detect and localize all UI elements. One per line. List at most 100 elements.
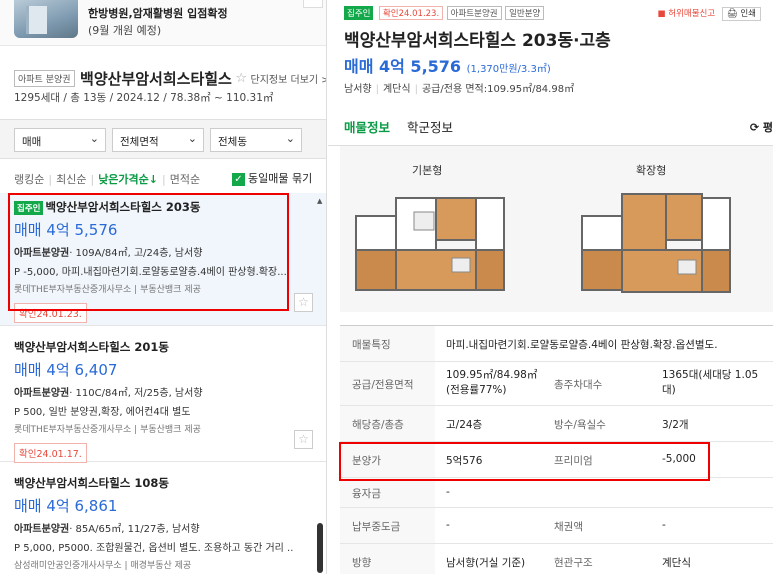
area-select[interactable]: 전체면적 ⌄ xyxy=(112,128,204,152)
floorplan-extended-label: 확장형 xyxy=(636,164,667,177)
detail-actions: ■ 허위매물신고 🖨 인쇄 xyxy=(658,7,761,21)
listing-description: P -5,000, 마피.내집마련기회.로얄동로얄층.4베이 판상형.확장... xyxy=(14,267,287,278)
same-listing-toggle[interactable]: ✓ 동일매물 묶기 xyxy=(232,170,312,186)
listing-list: 집주인 백양산부암서희스타힐스 203동 매매 4억 5,576 아파트분양권· … xyxy=(0,193,326,574)
spec-value: - xyxy=(446,519,450,531)
tab-listing-info[interactable]: 매물정보 xyxy=(344,117,391,150)
spec-value: -5,000 xyxy=(662,453,696,465)
floorplan-extended-image[interactable] xyxy=(578,188,733,298)
listing-item[interactable]: 집주인 백양산부암서희스타힐스 203동 매매 4억 5,576 아파트분양권· … xyxy=(0,193,326,326)
listing-agent: 롯데THE부자부동산중개사무소 | 부동산뱅크 제공 xyxy=(14,285,201,295)
spec-key: 융자금 xyxy=(340,478,435,507)
listing-type: 아파트분양권 xyxy=(14,248,70,259)
chevron-down-icon: ⌄ xyxy=(285,132,295,145)
listing-spec-table: 매물특징 마피.내집마련기회.로얄동로얄층.4베이 판상형.확장.옵션별도. 공… xyxy=(340,325,773,574)
detail-title: 백양산부암서희스타힐스 203동·고층 xyxy=(344,31,611,51)
sort-latest[interactable]: 최신순 xyxy=(56,173,86,186)
complex-type-tag: 아파트 분양권 xyxy=(14,70,75,87)
favorite-star-icon[interactable]: ☆ xyxy=(294,430,313,449)
listing-agent: 삼성래미안공인중개사사무소 | 매경부동산 제공 xyxy=(14,561,192,571)
spec-value: 남서향(거실 기준) xyxy=(446,557,526,569)
spec-value: 고/24층 xyxy=(446,419,483,431)
print-button[interactable]: 🖨 인쇄 xyxy=(721,7,761,21)
spec-key: 방향 xyxy=(340,544,435,574)
sort-ranking[interactable]: 랭킹순 xyxy=(14,173,44,186)
detail-summary: 남서향 | 계단식 | 공급/전용 면적:109.95㎡/84.98㎡ xyxy=(344,84,575,95)
promo-subtitle: (9월 개원 예정) xyxy=(88,24,162,37)
spec-key: 총주차대수 xyxy=(554,379,603,391)
spec-value: 3/2개 xyxy=(662,419,689,431)
complex-info-more-link[interactable]: 단지정보 더보기 > xyxy=(251,75,326,86)
price-per-unit: (1,370만원/3.3㎡) xyxy=(466,64,551,75)
floorplan-basic-image[interactable] xyxy=(352,188,507,298)
report-fake-listing-button[interactable]: ■ 허위매물신고 xyxy=(658,9,716,19)
owner-badge: 집주인 xyxy=(344,6,374,20)
spec-value: 109.95㎡/84.98㎡(전용률77%) xyxy=(446,369,538,396)
favorite-star-icon[interactable]: ☆ xyxy=(235,71,247,86)
detail-panel: 집주인 확인24.01.23. 아파트분양권 일반분양 ■ 허위매물신고 🖨 인… xyxy=(328,0,773,574)
floorplan-section: 기본형 확장형 xyxy=(340,146,773,312)
listing-type: 아파트분양권 xyxy=(14,524,70,535)
listing-price: 매매 4억 6,861 xyxy=(14,497,118,515)
listing-spec: · 110C/84㎡, 저/25층, 남서향 xyxy=(69,388,203,399)
area-value: 전체면적 xyxy=(120,136,159,148)
listing-detail: 아파트분양권· 110C/84㎡, 저/25층, 남서향 xyxy=(14,384,313,399)
listing-detail: 아파트분양권· 109A/84㎡, 고/24층, 남서향 xyxy=(14,244,313,259)
checkbox-checked-icon[interactable]: ✓ xyxy=(232,172,245,186)
sort-area[interactable]: 면적순 xyxy=(170,173,200,186)
listing-spec: · 85A/65㎡, 11/27층, 남서향 xyxy=(69,524,200,535)
listing-panel: 한방병원,암재활병원 입점확정 (9월 개원 예정) 아파트 분양권 백양산부암… xyxy=(0,0,327,574)
sale-type-tag: 일반분양 xyxy=(505,6,545,20)
listing-scrollbar[interactable]: ▲ xyxy=(315,193,325,574)
spec-row: 분양가 5억576 프리미엄 -5,000 xyxy=(340,442,773,478)
spec-row: 방향 남서향(거실 기준) 현관구조 계단식 xyxy=(340,544,773,574)
complex-name: 백양산부암서희스타힐스 xyxy=(80,70,232,88)
spec-key: 공급/전용면적 xyxy=(340,362,435,405)
tab-school-info[interactable]: 학군정보 xyxy=(407,117,453,136)
sort-options: 랭킹순 | 최신순 | 낮은가격순↓ | 면적순 xyxy=(14,173,201,186)
detail-price-value: 매매 4억 5,576 xyxy=(344,57,462,76)
floorplan-basic-label: 기본형 xyxy=(412,164,443,177)
hospital-building-image xyxy=(14,0,78,38)
spec-key: 방수/욕실수 xyxy=(554,419,606,431)
promo-banner[interactable]: 한방병원,암재활병원 입점확정 (9월 개원 예정) xyxy=(0,0,326,46)
scroll-up-icon[interactable]: ▲ xyxy=(317,197,322,205)
listing-item[interactable]: 백양산부암서희스타힐스 108동 매매 4억 6,861 아파트분양권· 85A… xyxy=(0,462,326,574)
spec-row: 납부중도금 - 채권액 - xyxy=(340,508,773,544)
trade-type-select[interactable]: 매매 ⌄ xyxy=(14,128,106,152)
banner-close-button[interactable] xyxy=(303,0,323,8)
dong-value: 전체동 xyxy=(218,136,247,148)
listing-title: 백양산부암서희스타힐스 201동 xyxy=(14,340,169,354)
spec-key: 현관구조 xyxy=(554,557,593,569)
spec-key: 해당층/총층 xyxy=(340,406,435,441)
spec-value: 5억576 xyxy=(446,455,483,467)
spec-row: 공급/전용면적 109.95㎡/84.98㎡(전용률77%) 총주차대수 136… xyxy=(340,362,773,406)
listing-detail: 아파트분양권· 85A/65㎡, 11/27층, 남서향 xyxy=(14,520,313,535)
sort-low-price[interactable]: 낮은가격순↓ xyxy=(98,173,158,186)
spec-row: 해당층/총층 고/24층 방수/욕실수 3/2개 xyxy=(340,406,773,442)
listing-title: 집주인 백양산부암서희스타힐스 203동 xyxy=(14,199,313,215)
unit-toggle-button[interactable]: ⟳ 평 xyxy=(750,119,773,135)
spec-row: 매물특징 마피.내집마련기회.로얄동로얄층.4베이 판상형.확장.옵션별도. xyxy=(340,326,773,362)
spec-key: 납부중도금 xyxy=(340,508,435,543)
detail-price: 매매 4억 5,576 (1,370만원/3.3㎡) xyxy=(344,53,551,77)
confirm-date-badge: 확인24.01.23. xyxy=(378,6,444,20)
chevron-down-icon: ⌄ xyxy=(89,132,99,145)
listing-price: 매매 4억 5,576 xyxy=(14,221,118,239)
spec-key: 프리미엄 xyxy=(554,455,593,467)
scrollbar-thumb[interactable] xyxy=(317,523,323,573)
favorite-star-icon[interactable]: ☆ xyxy=(294,293,313,312)
complex-summary: 1295세대 / 총 13동 / 2024.12 / 78.38㎡ ~ 110.… xyxy=(14,92,274,104)
confirm-date-badge: 확인24.01.23. xyxy=(14,303,87,323)
detail-tabs: 매물정보 학군정보 ⟳ 평 xyxy=(328,104,773,150)
chevron-down-icon: ⌄ xyxy=(187,132,197,145)
listing-type: 아파트분양권 xyxy=(14,388,70,399)
spec-key: 채권액 xyxy=(554,521,583,533)
dong-select[interactable]: 전체동 ⌄ xyxy=(210,128,302,152)
listing-description: P 500, 일반 분양권,확장, 에어컨4대 별도 xyxy=(14,407,191,418)
spec-value: - xyxy=(446,486,450,498)
complex-header: 아파트 분양권 백양산부암서희스타힐스 ☆ 단지정보 더보기 > xyxy=(14,68,326,89)
listing-item[interactable]: 백양산부암서희스타힐스 201동 매매 4억 6,407 아파트분양권· 110… xyxy=(0,326,326,463)
listing-agent: 롯데THE부자부동산중개사무소 | 부동산뱅크 제공 xyxy=(14,425,201,435)
direction: 남서향 xyxy=(344,84,372,95)
